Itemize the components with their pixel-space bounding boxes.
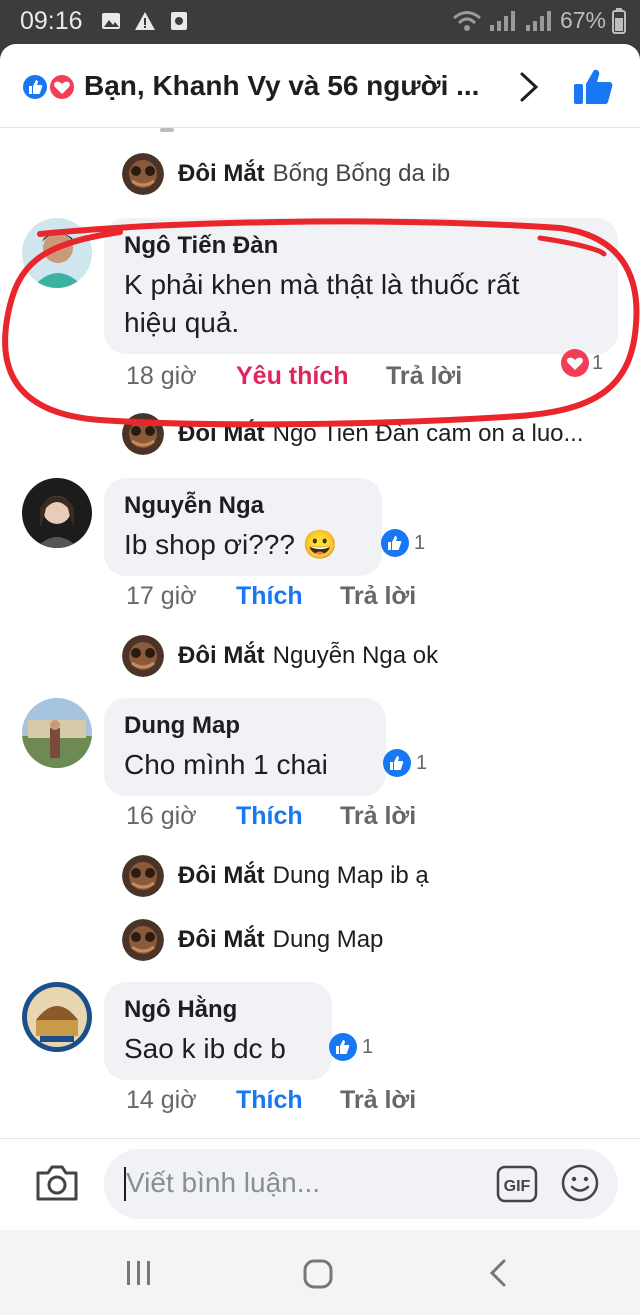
- comment-text: Sao k ib dc b: [124, 1033, 286, 1064]
- avatar[interactable]: [122, 855, 164, 897]
- reply-button[interactable]: Trả lời: [340, 582, 416, 611]
- reaction-count[interactable]: 1: [382, 748, 427, 778]
- status-time: 09:16: [20, 7, 83, 35]
- comment-actions: 18 giờ Yêu thích Trả lời: [126, 362, 626, 394]
- battery-icon: [612, 7, 626, 34]
- comment-text: Ib shop ơi??? 😀: [124, 529, 338, 560]
- home-icon[interactable]: [302, 1258, 334, 1290]
- avatar[interactable]: [22, 982, 92, 1052]
- reply-text: Nguyễn Nga ok: [272, 642, 439, 669]
- signal-icon: [489, 10, 515, 31]
- emoji-icon[interactable]: [560, 1163, 600, 1203]
- reaction-count[interactable]: 1: [560, 348, 603, 378]
- reply-text: Bống Bống da ib: [272, 160, 451, 187]
- comment-bubble[interactable]: Nguyễn Nga Ib shop ơi??? 😀: [104, 478, 382, 576]
- back-icon[interactable]: [484, 1258, 514, 1288]
- reactions-summary[interactable]: Bạn, Khanh Vy và 56 người ...: [84, 70, 479, 102]
- comment-bubble[interactable]: Ngô Hằng Sao k ib dc b: [104, 982, 332, 1080]
- reply-text: Dung Map ib ạ: [272, 862, 429, 889]
- like-reaction-icon: [381, 529, 409, 557]
- recent-apps-icon[interactable]: [124, 1258, 154, 1288]
- comment-author[interactable]: Nguyễn Nga: [124, 492, 362, 520]
- comment-actions: 14 giờ Thích Trả lời: [126, 1086, 546, 1118]
- comment-author[interactable]: Ngô Hằng: [124, 996, 312, 1024]
- reply-row[interactable]: Đôi Mắt Ngô Tiến Đàn cam on a luo...: [122, 412, 584, 456]
- comment-placeholder: Viết bình luận...: [126, 1167, 321, 1198]
- reply-author[interactable]: Đôi Mắt: [178, 642, 265, 670]
- chevron-right-icon[interactable]: [516, 70, 542, 104]
- reply-text: Ngô Tiến Đàn cam on a luo...: [272, 420, 584, 447]
- like-reaction-icon: [329, 1033, 357, 1061]
- comment-input[interactable]: Viết bình luận... GIF: [104, 1149, 618, 1219]
- reaction-count[interactable]: 1: [328, 1032, 373, 1062]
- like-button[interactable]: Thích: [236, 582, 303, 611]
- comments-sheet: Bạn, Khanh Vy và 56 người ... Đôi Mắt Bố…: [0, 44, 640, 1230]
- reply-button[interactable]: Trả lời: [340, 1086, 416, 1115]
- like-button[interactable]: Thích: [236, 802, 303, 831]
- comment-text: K phải khen mà thật là thuốc rất hiệu quả…: [124, 269, 520, 338]
- avatar[interactable]: [122, 413, 164, 455]
- comment-author[interactable]: Ngô Tiến Đàn: [124, 232, 598, 260]
- partial-text-fragment: [160, 128, 174, 132]
- comment-actions: 16 giờ Thích Trả lời: [126, 802, 546, 834]
- reply-author[interactable]: Đôi Mắt: [178, 926, 265, 954]
- reply-author[interactable]: Đôi Mắt: [178, 420, 265, 448]
- avatar[interactable]: [122, 919, 164, 961]
- comment-time: 16 giờ: [126, 802, 197, 830]
- reaction-count[interactable]: 1: [380, 528, 425, 558]
- like-thumb-icon[interactable]: [572, 66, 614, 108]
- status-bar: 09:16 67%: [0, 0, 640, 44]
- system-nav-bar: [0, 1230, 640, 1315]
- battery-percent: 67%: [559, 7, 606, 33]
- comment-composer: Viết bình luận... GIF: [0, 1138, 640, 1230]
- comment-actions: 17 giờ Thích Trả lời: [126, 582, 546, 614]
- gif-icon[interactable]: GIF: [496, 1165, 538, 1203]
- avatar[interactable]: [22, 478, 92, 548]
- reply-row[interactable]: Đôi Mắt Dung Map: [122, 918, 383, 962]
- avatar[interactable]: [122, 635, 164, 677]
- comment-time: 17 giờ: [126, 582, 197, 610]
- reactions-header: Bạn, Khanh Vy và 56 người ...: [0, 44, 640, 128]
- gallery-icon: [102, 13, 120, 29]
- heart-icon: [561, 349, 589, 377]
- camera-icon[interactable]: [34, 1163, 80, 1203]
- avatar[interactable]: [22, 218, 92, 288]
- comment-text: Cho mình 1 chai: [124, 749, 328, 780]
- avatar[interactable]: [122, 153, 164, 195]
- reply-author[interactable]: Đôi Mắt: [178, 862, 265, 890]
- comment-bubble[interactable]: Dung Map Cho mình 1 chai: [104, 698, 386, 796]
- comment-time: 14 giờ: [126, 1086, 197, 1114]
- signal-2-icon: [525, 10, 551, 31]
- reply-row[interactable]: Đôi Mắt Nguyễn Nga ok: [122, 634, 438, 678]
- reply-row[interactable]: Đôi Mắt Dung Map ib ạ: [122, 854, 429, 898]
- reply-button[interactable]: Trả lời: [386, 362, 462, 391]
- reply-button[interactable]: Trả lời: [340, 802, 416, 831]
- warning-icon: [135, 12, 155, 30]
- like-button[interactable]: Thích: [236, 1086, 303, 1115]
- love-button[interactable]: Yêu thích: [236, 362, 349, 391]
- avatar[interactable]: [22, 698, 92, 768]
- wifi-icon: [452, 10, 481, 31]
- comment-author[interactable]: Dung Map: [124, 712, 366, 740]
- reply-row[interactable]: Đôi Mắt Bống Bống da ib: [122, 152, 450, 196]
- reply-author[interactable]: Đôi Mắt: [178, 160, 265, 188]
- like-reaction-icon: [383, 749, 411, 777]
- reply-text: Dung Map: [272, 926, 384, 953]
- comment-time: 18 giờ: [126, 362, 197, 390]
- comment-bubble[interactable]: Ngô Tiến Đàn K phải khen mà thật là thuố…: [104, 218, 618, 354]
- svg-text:GIF: GIF: [504, 1178, 531, 1195]
- like-love-reactions-icon[interactable]: [20, 72, 80, 102]
- screen-record-icon: [171, 12, 187, 30]
